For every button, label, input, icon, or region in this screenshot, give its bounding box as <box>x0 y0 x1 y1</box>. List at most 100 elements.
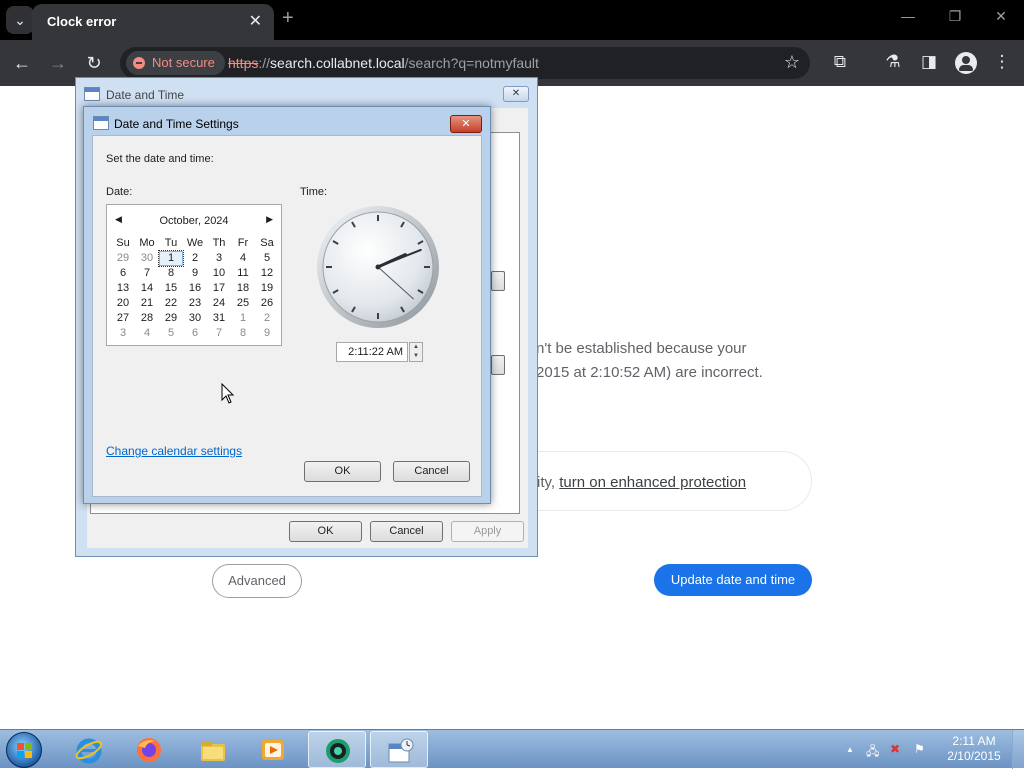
advanced-button[interactable]: Advanced <box>212 564 302 598</box>
calendar-day[interactable]: 8 <box>159 266 183 281</box>
calendar-day[interactable]: 19 <box>255 281 279 296</box>
calendar-day[interactable]: 2 <box>255 311 279 326</box>
app-icon[interactable] <box>308 731 366 768</box>
internet-explorer-icon[interactable] <box>60 731 118 768</box>
new-tab-button[interactable]: + <box>282 7 294 30</box>
calendar-day[interactable]: 26 <box>255 296 279 311</box>
calendar-day[interactable]: 3 <box>207 251 231 266</box>
time-down-icon[interactable]: ▼ <box>410 352 422 361</box>
update-date-time-button[interactable]: Update date and time <box>654 564 812 596</box>
calendar-day[interactable]: 20 <box>111 296 135 311</box>
calendar-day[interactable]: 27 <box>111 311 135 326</box>
reload-icon[interactable]: ↻ <box>81 50 107 76</box>
minimize-icon[interactable]: — <box>893 8 923 24</box>
time-input[interactable]: 2:11:22 AM <box>336 342 408 362</box>
calendar-day[interactable]: 14 <box>135 281 159 296</box>
calendar-day[interactable]: 24 <box>207 296 231 311</box>
outer-cancel-button[interactable]: Cancel <box>370 521 443 542</box>
calendar-day[interactable]: 29 <box>159 311 183 326</box>
calendar-day[interactable]: 29 <box>111 251 135 266</box>
media-player-icon[interactable] <box>244 731 302 768</box>
address-bar[interactable]: Not secure https://search.collabnet.loca… <box>120 47 810 79</box>
panel-button-edge[interactable] <box>491 355 505 375</box>
calendar-day[interactable]: 31 <box>207 311 231 326</box>
calendar-day[interactable]: 12 <box>255 266 279 281</box>
time-up-icon[interactable]: ▲ <box>410 343 422 352</box>
show-desktop-button[interactable] <box>1012 730 1024 769</box>
close-icon[interactable]: ✕ <box>986 8 1016 25</box>
menu-icon[interactable]: ⋮ <box>990 52 1014 72</box>
calendar-day[interactable]: 1 <box>231 311 255 326</box>
taskbar: ▲ 🖧 ✖ ⚑ 2:11 AM 2/10/2015 <box>0 729 1024 769</box>
browser-tab[interactable]: Clock error ✕ <box>32 4 274 40</box>
calendar-day[interactable]: 10 <box>207 266 231 281</box>
file-explorer-icon[interactable] <box>184 731 242 768</box>
network-icon[interactable]: 🖧 <box>866 742 879 763</box>
calendar-day[interactable]: 6 <box>183 326 207 341</box>
tray-overflow-icon[interactable]: ▲ <box>846 745 854 754</box>
tab-close-icon[interactable]: ✕ <box>249 11 262 31</box>
settings-dialog-close-button[interactable]: ✕ <box>450 115 482 133</box>
calendar-day[interactable]: 9 <box>183 266 207 281</box>
volume-muted-icon[interactable]: ✖ <box>890 742 900 756</box>
weekday-header-row: Su Mo Tu We Th Fr Sa <box>111 236 279 251</box>
start-button[interactable] <box>6 732 42 768</box>
forward-icon[interactable]: → <box>45 50 71 76</box>
extensions-icon[interactable]: ⧉ <box>828 52 852 72</box>
calendar-day[interactable]: 7 <box>207 326 231 341</box>
settings-ok-button[interactable]: OK <box>304 461 381 482</box>
calendar-day[interactable]: 17 <box>207 281 231 296</box>
calendar-day[interactable]: 11 <box>231 266 255 281</box>
enhanced-protection-link[interactable]: turn on enhanced protection <box>559 474 746 491</box>
firefox-icon[interactable] <box>120 731 178 768</box>
labs-icon[interactable]: ⚗ <box>881 52 905 72</box>
time-spinner[interactable]: ▲ ▼ <box>409 342 423 362</box>
calendar-day[interactable]: 22 <box>159 296 183 311</box>
settings-cancel-button[interactable]: Cancel <box>393 461 470 482</box>
action-center-flag-icon[interactable]: ⚑ <box>914 742 925 756</box>
instruction-text: Set the date and time: <box>106 153 214 165</box>
date-time-dialog-close-button[interactable]: ✕ <box>503 86 529 102</box>
calendar-day[interactable]: 4 <box>135 326 159 341</box>
panel-button-edge[interactable] <box>491 271 505 291</box>
calendar-day[interactable]: 15 <box>159 281 183 296</box>
calendar-week-row: 20 21 22 23 24 25 26 <box>111 296 279 311</box>
calendar-day[interactable]: 5 <box>159 326 183 341</box>
calendar-day[interactable]: 18 <box>231 281 255 296</box>
calendar-day[interactable]: 9 <box>255 326 279 341</box>
restore-icon[interactable]: ❐ <box>940 8 970 25</box>
calendar-day[interactable]: 2 <box>183 251 207 266</box>
calendar-day[interactable]: 8 <box>231 326 255 341</box>
outer-ok-button[interactable]: OK <box>289 521 362 542</box>
calendar[interactable]: ◀ October, 2024 ▶ Su Mo Tu We Th Fr Sa 29 30 1 2 3 4… <box>106 204 282 346</box>
calendar-day[interactable]: 23 <box>183 296 207 311</box>
calendar-day[interactable]: 28 <box>135 311 159 326</box>
calendar-day[interactable]: 25 <box>231 296 255 311</box>
calendar-month-year[interactable]: October, 2024 <box>107 215 281 227</box>
tab-search-icon[interactable]: ⌄ <box>6 6 34 34</box>
date-time-settings-dialog: Date and Time Settings ✕ Set the date an… <box>83 106 491 504</box>
next-month-icon[interactable]: ▶ <box>266 214 273 225</box>
calendar-day[interactable]: 5 <box>255 251 279 266</box>
calendar-day[interactable]: 1 <box>158 250 184 267</box>
calendar-day[interactable]: 4 <box>231 251 255 266</box>
calendar-day[interactable]: 30 <box>135 251 159 266</box>
bookmark-star-icon[interactable]: ☆ <box>784 52 800 73</box>
change-calendar-settings-link[interactable]: Change calendar settings <box>106 444 242 458</box>
calendar-day[interactable]: 7 <box>135 266 159 281</box>
back-icon[interactable]: ← <box>9 50 35 76</box>
side-panel-icon[interactable]: ◨ <box>917 52 941 72</box>
calendar-day[interactable]: 21 <box>135 296 159 311</box>
calendar-day[interactable]: 6 <box>111 266 135 281</box>
calendar-day[interactable]: 30 <box>183 311 207 326</box>
calendar-day[interactable]: 16 <box>183 281 207 296</box>
url-text[interactable]: https://search.collabnet.local/search?q=… <box>228 55 539 71</box>
tray-clock[interactable]: 2:11 AM 2/10/2015 <box>944 734 1004 764</box>
settings-dialog-body: Set the date and time: Date: Time: ◀ Oct… <box>92 135 482 497</box>
profile-icon[interactable] <box>955 52 977 74</box>
calendar-day[interactable]: 13 <box>111 281 135 296</box>
security-chip[interactable]: Not secure <box>126 51 225 75</box>
calendar-day[interactable]: 3 <box>111 326 135 341</box>
date-time-icon[interactable] <box>370 731 428 768</box>
mouse-cursor-icon <box>221 383 235 404</box>
